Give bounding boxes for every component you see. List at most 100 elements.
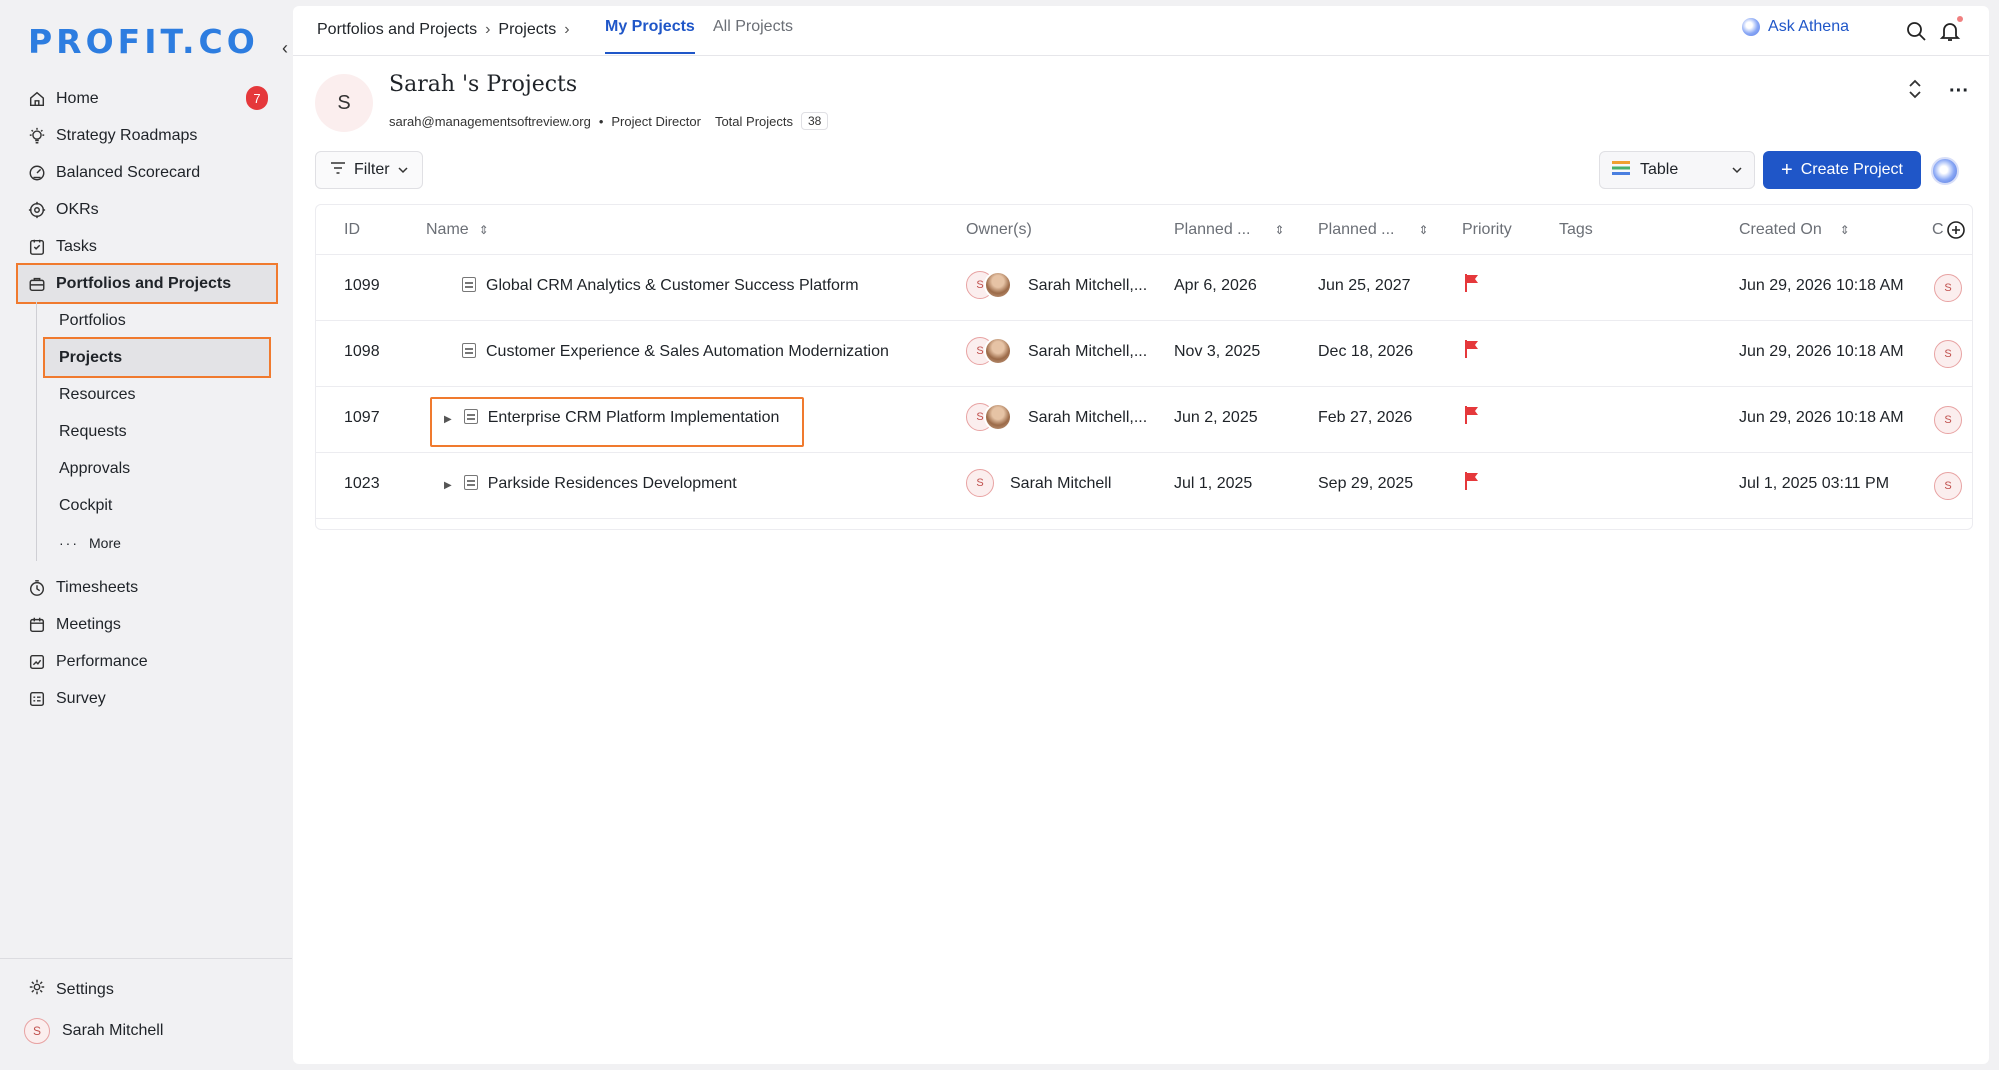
user-email: sarah@managementsoftreview.org xyxy=(389,113,591,129)
row-owner: Sarah Mitchell xyxy=(1010,475,1112,492)
subnav-item-requests[interactable]: Requests xyxy=(37,413,276,450)
survey-icon xyxy=(28,690,46,708)
sidebar-item-label: Balanced Scorecard xyxy=(56,163,201,181)
chevron-down-icon xyxy=(1732,161,1742,179)
row-created-on: Jun 29, 2026 10:18 AM xyxy=(1739,409,1904,426)
sidebar-nav: Home 7 Strategy Roadmaps Balanced Scorec… xyxy=(16,80,278,717)
table-row[interactable]: 1098 Customer Experience & Sales Automat… xyxy=(316,321,1972,387)
sidebar-item-portfolios-and-projects[interactable]: Portfolios and Projects xyxy=(16,263,278,304)
breadcrumb-portfolios-and-projects[interactable]: Portfolios and Projects xyxy=(317,21,477,39)
sidebar-item-timesheets[interactable]: Timesheets xyxy=(18,569,276,606)
row-name[interactable]: ▶ Enterprise CRM Platform Implementation xyxy=(444,409,779,427)
priority-flag-icon xyxy=(1464,471,1480,496)
expand-collapse-icon[interactable] xyxy=(1907,78,1923,105)
chart-icon xyxy=(28,653,46,671)
column-header-planned-end[interactable]: Planned ... ⇕ xyxy=(1318,221,1429,239)
column-label: Created On xyxy=(1739,221,1822,238)
sidebar-item-meetings[interactable]: Meetings xyxy=(18,606,276,643)
sidebar-item-okrs[interactable]: OKRs xyxy=(18,191,276,228)
ask-athena-button[interactable]: Ask Athena xyxy=(1742,18,1849,36)
more-options-icon[interactable]: ··· xyxy=(1949,80,1969,103)
sidebar-item-strategy-roadmaps[interactable]: Strategy Roadmaps xyxy=(18,117,276,154)
sort-icon[interactable]: ⇕ xyxy=(479,223,489,237)
owner-avatars: S xyxy=(966,337,1012,365)
subnav-item-resources[interactable]: Resources xyxy=(37,376,276,413)
create-project-button[interactable]: + Create Project xyxy=(1763,151,1921,189)
sidebar-item-label: Portfolios and Projects xyxy=(56,274,232,292)
table-row[interactable]: 1023 ▶ Parkside Residences Development S … xyxy=(316,453,1972,519)
column-header-c[interactable]: C xyxy=(1932,221,1944,239)
sidebar: PROFIT.CO ‹ Home 7 Strategy Roadmaps Bal… xyxy=(0,0,292,1070)
expand-caret-icon[interactable]: ▶ xyxy=(444,480,452,491)
user-profile[interactable]: S Sarah Mitchell xyxy=(24,1018,163,1044)
expand-caret-icon[interactable]: ▶ xyxy=(444,414,452,425)
column-header-owners[interactable]: Owner(s) xyxy=(966,221,1032,239)
row-name[interactable]: Customer Experience & Sales Automation M… xyxy=(462,343,889,361)
filter-button[interactable]: Filter xyxy=(315,151,423,189)
add-column-icon[interactable] xyxy=(1946,220,1966,245)
subnav-item-approvals[interactable]: Approvals xyxy=(37,450,276,487)
column-header-id[interactable]: ID xyxy=(344,221,360,239)
search-icon[interactable] xyxy=(1905,20,1927,42)
sidebar-item-label: Strategy Roadmaps xyxy=(56,126,198,144)
owner-avatars: S xyxy=(966,403,1012,431)
breadcrumb-separator-icon: › xyxy=(564,21,570,38)
subnav-item-projects[interactable]: Projects xyxy=(43,337,271,378)
column-header-priority[interactable]: Priority xyxy=(1462,221,1512,239)
subnav-item-more[interactable]: ··· More xyxy=(37,524,276,561)
row-created-on: Jul 1, 2025 03:11 PM xyxy=(1739,475,1890,492)
priority-flag-icon xyxy=(1464,405,1480,430)
row-name[interactable]: ▶ Parkside Residences Development xyxy=(444,475,737,493)
row-owner: Sarah Mitchell,... xyxy=(1028,277,1148,294)
sidebar-item-survey[interactable]: Survey xyxy=(18,680,276,717)
sidebar-item-balanced-scorecard[interactable]: Balanced Scorecard xyxy=(18,154,276,191)
document-icon xyxy=(463,475,478,490)
column-header-name[interactable]: Name ⇕ xyxy=(426,221,489,239)
column-header-planned-start[interactable]: Planned ... ⇕ xyxy=(1174,221,1285,239)
sidebar-item-label: Tasks xyxy=(56,237,97,255)
column-label: ID xyxy=(344,221,360,238)
ai-assistant-icon[interactable] xyxy=(1931,157,1959,185)
avatar: S xyxy=(1934,340,1962,368)
sort-icon[interactable]: ⇕ xyxy=(1840,223,1850,237)
user-role: Project Director xyxy=(611,113,701,129)
bell-icon[interactable] xyxy=(1939,16,1963,42)
subnav-item-portfolios[interactable]: Portfolios xyxy=(37,302,276,339)
sidebar-item-label: Home xyxy=(56,89,99,107)
project-name: Customer Experience & Sales Automation M… xyxy=(486,343,889,360)
collapse-sidebar-icon[interactable]: ‹ xyxy=(282,38,288,59)
sidebar-item-label: Performance xyxy=(56,652,148,670)
row-planned-start: Jul 1, 2025 xyxy=(1174,475,1253,492)
column-header-created-on[interactable]: Created On ⇕ xyxy=(1739,221,1850,239)
gear-icon xyxy=(28,978,46,1001)
subnav-item-cockpit[interactable]: Cockpit xyxy=(37,487,276,524)
tab-my-projects[interactable]: My Projects xyxy=(605,18,695,54)
table-row[interactable]: 1099 Global CRM Analytics & Customer Suc… xyxy=(316,255,1972,321)
sort-icon[interactable]: ⇕ xyxy=(1275,223,1285,237)
table-row[interactable]: 1097 ▶ Enterprise CRM Platform Implementa… xyxy=(316,387,1972,453)
column-header-tags[interactable]: Tags xyxy=(1559,221,1593,239)
page-title: Sarah 's Projects xyxy=(389,72,578,97)
row-planned-end: Feb 27, 2026 xyxy=(1318,409,1413,426)
header-actions: ··· xyxy=(1907,78,1969,105)
home-icon xyxy=(28,90,46,108)
athena-orb-icon xyxy=(1742,18,1761,36)
row-name[interactable]: Global CRM Analytics & Customer Success … xyxy=(462,277,859,295)
profitco-logo[interactable]: PROFIT.CO xyxy=(28,22,259,61)
owner-avatars: S xyxy=(966,271,1012,299)
tab-all-projects[interactable]: All Projects xyxy=(713,18,793,36)
filter-icon xyxy=(330,161,346,180)
column-label: Planned ... xyxy=(1318,221,1395,238)
notification-dot xyxy=(1957,16,1963,22)
breadcrumb-projects[interactable]: Projects xyxy=(498,21,556,39)
view-select[interactable]: Table xyxy=(1599,151,1755,189)
sidebar-item-tasks[interactable]: Tasks xyxy=(18,228,276,265)
row-planned-end: Jun 25, 2027 xyxy=(1318,277,1411,294)
sidebar-item-home[interactable]: Home 7 xyxy=(18,80,276,117)
sidebar-item-performance[interactable]: Performance xyxy=(18,643,276,680)
document-icon xyxy=(462,277,476,292)
priority-flag-icon xyxy=(1464,273,1480,298)
breadcrumb: Portfolios and Projects › Projects › xyxy=(317,21,570,39)
settings-link[interactable]: Settings xyxy=(28,978,114,1001)
sort-icon[interactable]: ⇕ xyxy=(1419,223,1429,237)
